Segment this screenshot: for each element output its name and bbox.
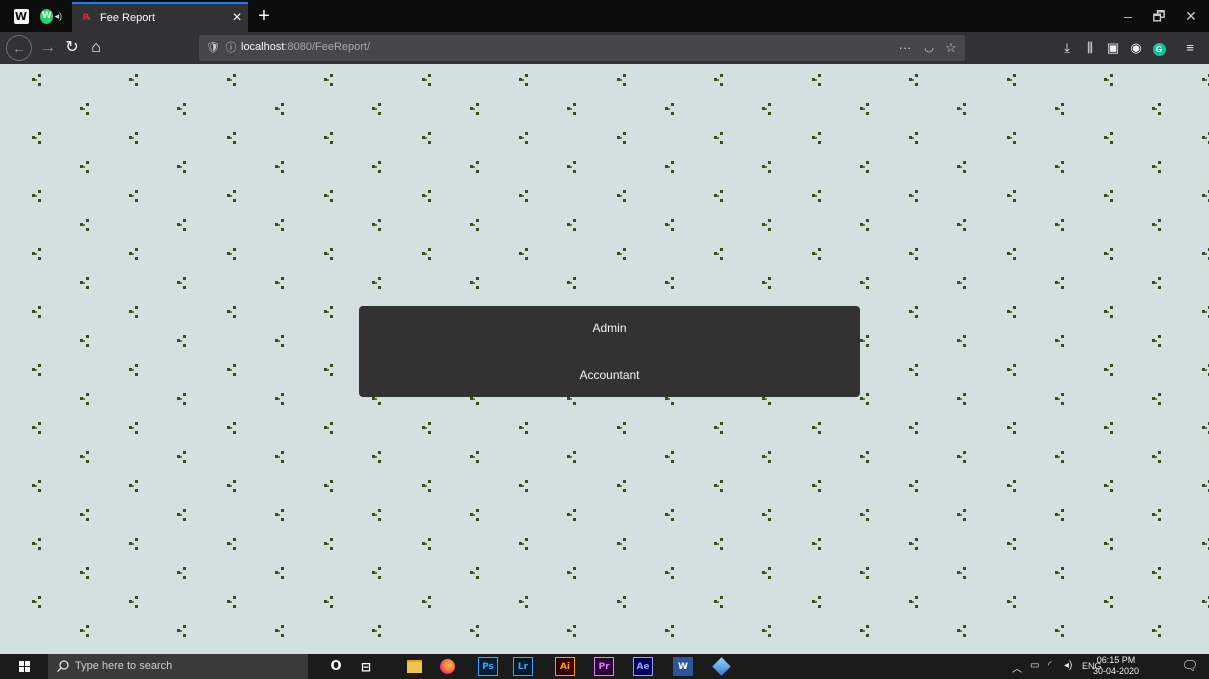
- page-actions-icon[interactable]: ···: [897, 40, 913, 56]
- grammarly-icon[interactable]: G: [1147, 36, 1171, 60]
- search-icon: [57, 660, 69, 672]
- tracking-protection-icon[interactable]: 🛡: [205, 40, 221, 56]
- lightroom-icon[interactable]: Lr: [513, 657, 533, 676]
- task-view-button[interactable]: ⊟: [356, 657, 376, 676]
- navigation-toolbar: ← → ↻ ⌂ 🛡 ⓘ localhost:8080/FeeReport/ ··…: [0, 32, 1209, 64]
- word-icon[interactable]: W: [673, 657, 693, 676]
- firefox-icon[interactable]: [437, 657, 457, 676]
- restore-button[interactable]: 🗗: [1144, 6, 1174, 26]
- show-hidden-icons-button[interactable]: ︿: [1012, 660, 1022, 675]
- after-effects-icon[interactable]: Ae: [633, 657, 653, 676]
- volume-icon[interactable]: ◂): [1064, 660, 1072, 671]
- close-window-button[interactable]: ✕: [1176, 6, 1206, 26]
- fee-report-favicon-icon: ℞: [82, 13, 92, 23]
- download-icon[interactable]: ⤓: [1055, 36, 1079, 60]
- whatsapp-icon: W: [40, 8, 54, 24]
- start-button[interactable]: [0, 654, 48, 679]
- url-path: :8080/FeeReport/: [284, 41, 371, 53]
- windows-taskbar: Type here to search O ⊟ Ps Lr Ai Pr Ae W…: [0, 654, 1209, 679]
- premiere-icon[interactable]: Pr: [594, 657, 614, 676]
- login-menu-panel: Admin Accountant: [359, 306, 860, 397]
- pocket-icon[interactable]: ◡: [921, 40, 937, 56]
- photoshop-icon[interactable]: Ps: [478, 657, 498, 676]
- home-button[interactable]: ⌂: [84, 36, 108, 60]
- 3d-viewer-icon[interactable]: [711, 657, 731, 676]
- reload-button[interactable]: ↻: [60, 36, 84, 60]
- back-button[interactable]: ←: [6, 35, 32, 61]
- minimize-button[interactable]: –: [1113, 6, 1143, 26]
- tab-strip: W W ◂) ℞ Fee Report × + – 🗗 ✕: [0, 0, 1209, 32]
- pinned-tab-whatsapp[interactable]: W ◂): [40, 6, 62, 26]
- account-icon[interactable]: ◉: [1124, 36, 1148, 60]
- wifi-icon[interactable]: ◜: [1048, 660, 1052, 671]
- tab-title: Fee Report: [100, 12, 156, 24]
- tab-fee-report[interactable]: ℞ Fee Report ×: [72, 2, 248, 32]
- file-explorer-icon[interactable]: [404, 657, 424, 676]
- admin-link[interactable]: Admin: [359, 321, 860, 335]
- battery-icon[interactable]: ▭: [1030, 660, 1039, 671]
- tab-close-icon[interactable]: ×: [226, 9, 248, 27]
- clock-time: 06:15 PM: [1096, 655, 1136, 665]
- library-icon[interactable]: ⫼: [1078, 36, 1102, 60]
- action-center-icon[interactable]: 🗨: [1181, 657, 1199, 675]
- taskbar-search-box[interactable]: Type here to search: [48, 654, 308, 679]
- accountant-link[interactable]: Accountant: [359, 368, 860, 382]
- url-host: localhost: [241, 41, 285, 53]
- system-clock[interactable]: 06:15 PM 30-04-2020: [1089, 655, 1143, 677]
- clock-date: 30-04-2020: [1092, 666, 1140, 676]
- forward-button[interactable]: →: [36, 36, 60, 60]
- page-content: Admin Accountant: [0, 64, 1209, 654]
- pinned-tab-wikipedia[interactable]: W: [10, 6, 32, 26]
- menu-icon[interactable]: ≡: [1178, 36, 1202, 60]
- sidebar-icon[interactable]: ▣: [1101, 36, 1125, 60]
- cortana-button[interactable]: O: [326, 657, 346, 676]
- url-text[interactable]: localhost:8080/FeeReport/: [241, 41, 370, 53]
- search-placeholder: Type here to search: [75, 660, 173, 672]
- wikipedia-icon: W: [13, 8, 29, 24]
- bookmark-star-icon[interactable]: ☆: [943, 40, 959, 56]
- new-tab-button[interactable]: +: [252, 4, 276, 28]
- windows-logo-icon: [18, 661, 30, 672]
- illustrator-icon[interactable]: Ai: [555, 657, 575, 676]
- site-info-icon[interactable]: ⓘ: [223, 40, 239, 56]
- tab-audio-icon[interactable]: ◂): [54, 11, 62, 22]
- address-bar[interactable]: 🛡 ⓘ localhost:8080/FeeReport/ ··· ◡ ☆: [199, 35, 965, 61]
